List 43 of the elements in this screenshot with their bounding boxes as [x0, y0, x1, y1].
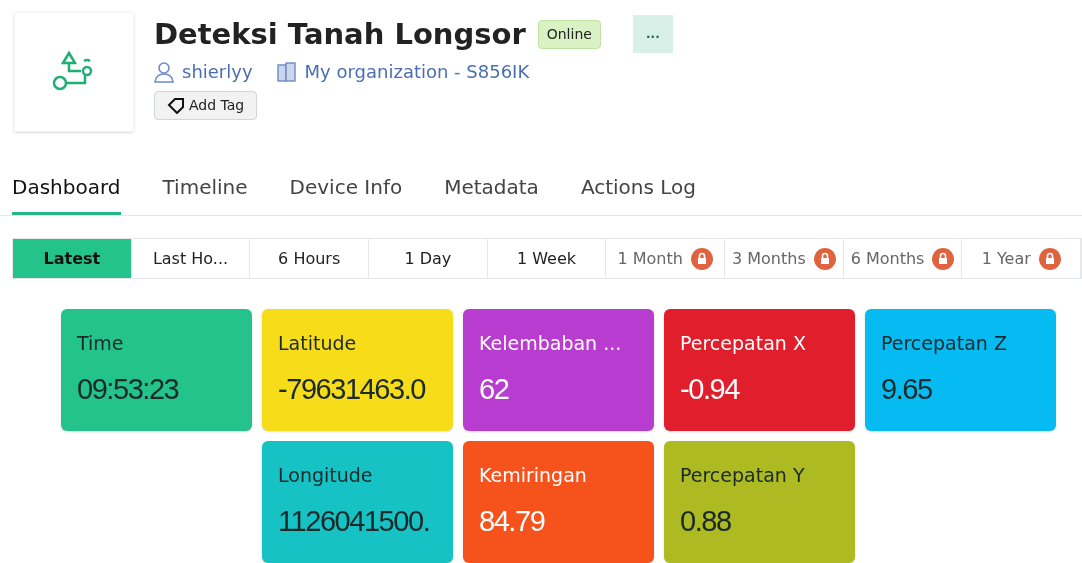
- widget-value: -0.94: [680, 371, 741, 407]
- lock-icon: [932, 247, 955, 270]
- time-range-button[interactable]: Latest: [13, 239, 132, 278]
- widget-label: Kemiringan: [479, 463, 588, 488]
- widget-value: 1126041500.: [278, 503, 431, 539]
- widget-value: 0.88: [680, 503, 732, 539]
- lock-icon: [1038, 247, 1061, 270]
- time-range-button[interactable]: 1 Week: [487, 239, 607, 278]
- add-tag-button[interactable]: Add Tag: [154, 91, 258, 120]
- time-range-button[interactable]: Last Ho...: [131, 239, 251, 278]
- building-icon: [276, 61, 297, 82]
- tab[interactable]: Metadata: [444, 172, 539, 215]
- widget-label: Percepatan Y: [680, 463, 806, 488]
- time-range-button[interactable]: 1 Month: [606, 239, 726, 278]
- widget-label: Percepatan X: [680, 331, 807, 356]
- widget-label: Percepatan Z: [881, 331, 1008, 356]
- widget-label: Latitude: [278, 331, 358, 356]
- lock-icon: [813, 247, 836, 270]
- lock-icon: [690, 247, 713, 270]
- tab[interactable]: Device Info: [289, 172, 403, 215]
- time-range-button[interactable]: 1 Day: [369, 239, 488, 278]
- widget-label: Kelembaban ...: [479, 331, 623, 356]
- time-range-button[interactable]: 6 Months: [843, 239, 963, 278]
- organization-link[interactable]: My organization - S856IK: [304, 58, 530, 85]
- widget-label: Time: [77, 331, 125, 356]
- tag-icon: [167, 97, 185, 114]
- widget-value: 9.65: [881, 371, 933, 407]
- widget-value: 09:53:23: [77, 371, 180, 407]
- tab[interactable]: Actions Log: [580, 172, 697, 215]
- user-icon: [154, 60, 174, 83]
- owner-link[interactable]: shierlyy: [182, 58, 253, 85]
- tab[interactable]: Timeline: [162, 172, 248, 215]
- widget-label: Longitude: [278, 463, 374, 488]
- status-badge: Online: [537, 19, 601, 49]
- device-title: Deteksi Tanah Longsor: [154, 16, 526, 53]
- widget-value: 84.79: [479, 503, 546, 539]
- tab[interactable]: Dashboard: [12, 172, 121, 215]
- time-range-button[interactable]: 6 Hours: [250, 239, 369, 278]
- time-range-button[interactable]: 1 Year: [962, 239, 1082, 278]
- time-range-button[interactable]: 3 Months: [725, 239, 844, 278]
- widget-value: -79631463.0: [278, 371, 427, 407]
- more-button[interactable]: ...: [632, 15, 673, 53]
- widget-value: 62: [479, 371, 510, 407]
